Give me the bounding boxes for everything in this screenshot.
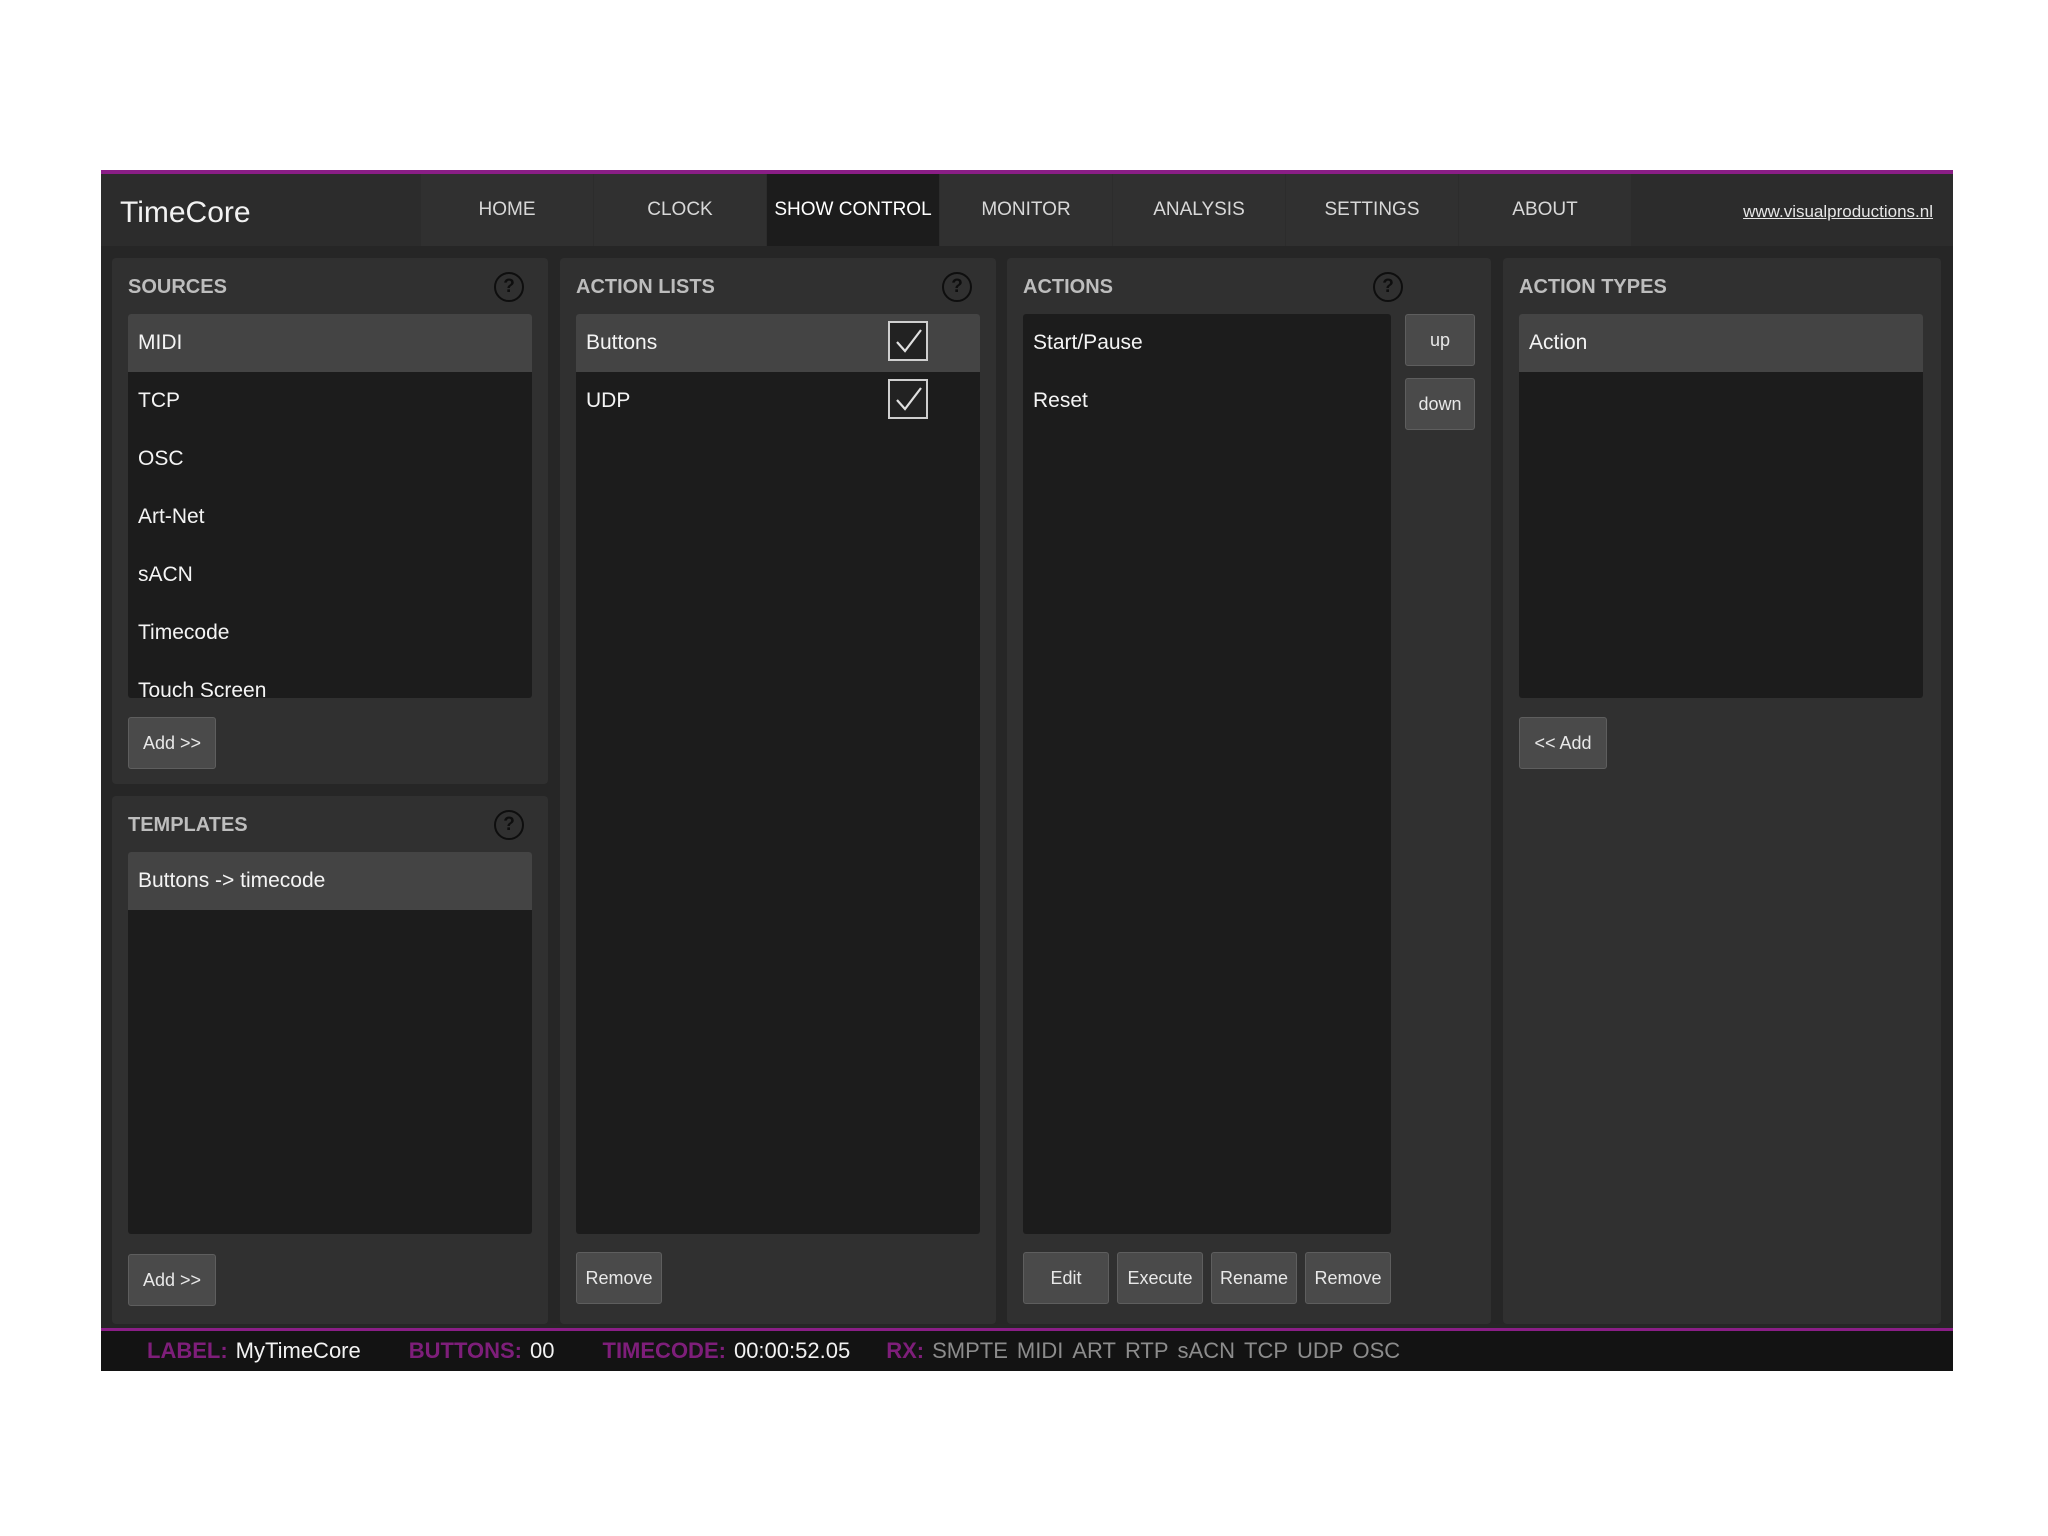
rename-button[interactable]: Rename <box>1211 1252 1297 1304</box>
question-circle-icon[interactable]: ? <box>1373 272 1403 302</box>
action-list-item-udp[interactable]: UDP <box>576 372 980 430</box>
templates-list: Buttons -> timecode <box>128 852 532 1234</box>
question-circle-icon[interactable]: ? <box>494 810 524 840</box>
rx-tcp: TCP <box>1244 1338 1288 1363</box>
templates-title: TEMPLATES <box>128 814 248 836</box>
action-lists-title: ACTION LISTS <box>576 276 715 298</box>
action-types-add-button[interactable]: << Add <box>1519 717 1607 769</box>
tab-settings[interactable]: SETTINGS <box>1286 174 1458 246</box>
source-item-midi[interactable]: MIDI <box>128 314 532 372</box>
template-item-buttons-timecode[interactable]: Buttons -> timecode <box>128 852 532 910</box>
status-timecode-value: 00:00:52.05 <box>733 1338 851 1363</box>
action-list-item-buttons[interactable]: Buttons <box>576 314 980 372</box>
question-circle-icon[interactable]: ? <box>942 272 972 302</box>
action-list-item-label: UDP <box>586 389 631 412</box>
sources-title: SOURCES <box>128 276 227 298</box>
rx-udp: UDP <box>1297 1338 1344 1363</box>
source-item-touch-screen[interactable]: Touch Screen <box>128 662 532 698</box>
app-title: TimeCore <box>120 196 251 229</box>
action-lists-panel: ACTION LISTS ? Buttons UDP Remove <box>560 258 996 1324</box>
tab-show-control[interactable]: SHOW CONTROL <box>767 174 939 246</box>
check-icon <box>896 387 922 411</box>
action-list-enabled-checkbox[interactable] <box>888 321 928 361</box>
status-timecode-key: TIMECODE: <box>602 1338 726 1363</box>
rx-sacn: sACN <box>1177 1338 1235 1363</box>
tab-about[interactable]: ABOUT <box>1459 174 1631 246</box>
tab-monitor[interactable]: MONITOR <box>940 174 1112 246</box>
action-types-list: Action <box>1519 314 1923 698</box>
source-item-osc[interactable]: OSC <box>128 430 532 488</box>
main-nav: HOME CLOCK SHOW CONTROL MONITOR ANALYSIS… <box>421 174 1632 246</box>
status-buttons-value: 00 <box>530 1338 555 1363</box>
actions-title: ACTIONS <box>1023 276 1113 298</box>
rx-rtp: RTP <box>1124 1338 1169 1363</box>
sources-list: MIDI TCP OSC Art-Net sACN Timecode Touch… <box>128 314 532 698</box>
sources-add-button[interactable]: Add >> <box>128 717 216 769</box>
tab-analysis[interactable]: ANALYSIS <box>1113 174 1285 246</box>
status-buttons-key: BUTTONS: <box>408 1338 523 1363</box>
actions-panel: ACTIONS ? Start/Pause Reset up down Edit… <box>1007 258 1491 1324</box>
execute-button[interactable]: Execute <box>1117 1252 1203 1304</box>
tab-clock[interactable]: CLOCK <box>594 174 766 246</box>
templates-panel: TEMPLATES ? Buttons -> timecode Add >> <box>112 796 548 1324</box>
check-icon <box>896 329 922 353</box>
rx-osc: OSC <box>1352 1338 1401 1363</box>
status-label-value: MyTimeCore <box>235 1338 361 1363</box>
actions-remove-button[interactable]: Remove <box>1305 1252 1391 1304</box>
action-list-item-label: Buttons <box>586 331 658 354</box>
move-up-button[interactable]: up <box>1405 314 1475 366</box>
action-types-panel: ACTION TYPES Action << Add <box>1503 258 1941 1324</box>
source-item-art-net[interactable]: Art-Net <box>128 488 532 546</box>
action-type-item-action[interactable]: Action <box>1519 314 1923 372</box>
move-down-button[interactable]: down <box>1405 378 1475 430</box>
rx-midi: MIDI <box>1016 1338 1064 1363</box>
source-item-sacn[interactable]: sACN <box>128 546 532 604</box>
website-link[interactable]: www.visualproductions.nl <box>1743 202 1933 222</box>
sources-panel: SOURCES ? MIDI TCP OSC Art-Net sACN Time… <box>112 258 548 784</box>
action-lists-list: Buttons UDP <box>576 314 980 1234</box>
action-item-reset[interactable]: Reset <box>1023 372 1391 430</box>
status-rx-key: RX: <box>886 1338 925 1363</box>
rx-smpte: SMPTE <box>932 1338 1008 1363</box>
edit-button[interactable]: Edit <box>1023 1252 1109 1304</box>
status-label-key: LABEL: <box>147 1338 228 1363</box>
templates-add-button[interactable]: Add >> <box>128 1254 216 1306</box>
action-list-enabled-checkbox[interactable] <box>888 379 928 419</box>
action-lists-remove-button[interactable]: Remove <box>576 1252 662 1304</box>
question-circle-icon[interactable]: ? <box>494 272 524 302</box>
tab-home[interactable]: HOME <box>421 174 593 246</box>
source-item-timecode[interactable]: Timecode <box>128 604 532 662</box>
action-item-start-pause[interactable]: Start/Pause <box>1023 314 1391 372</box>
action-types-title: ACTION TYPES <box>1519 276 1667 298</box>
source-item-tcp[interactable]: TCP <box>128 372 532 430</box>
header-bar: TimeCore HOME CLOCK SHOW CONTROL MONITOR… <box>101 174 1953 246</box>
app-window: TimeCore HOME CLOCK SHOW CONTROL MONITOR… <box>101 170 1953 1371</box>
rx-art: ART <box>1072 1338 1116 1363</box>
actions-list: Start/Pause Reset <box>1023 314 1391 1234</box>
status-bar: LABEL: MyTimeCore BUTTONS: 00 TIMECODE: … <box>101 1328 1953 1371</box>
